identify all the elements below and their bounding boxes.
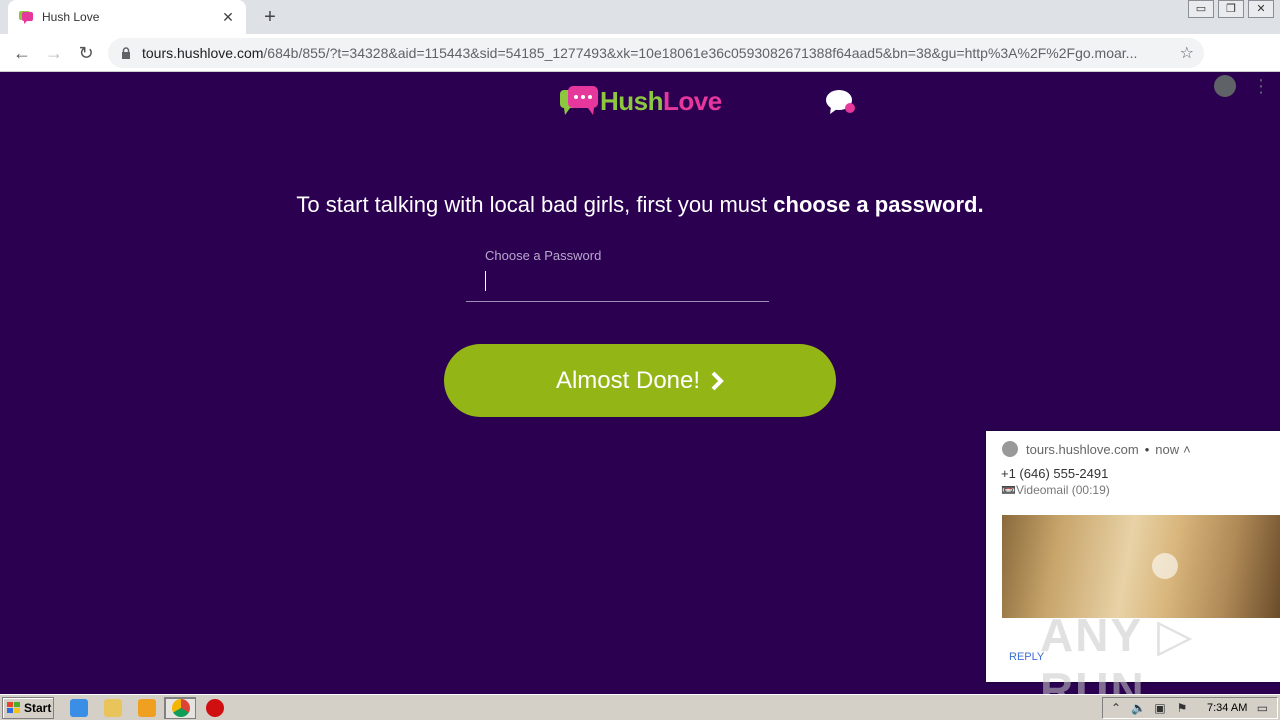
window-controls: ▭ ❐ ✕ [1188,0,1274,18]
notification-separator: • [1144,441,1150,457]
hushlove-favicon-icon [19,11,33,24]
start-button[interactable]: Start [2,697,54,719]
expand-chevron-icon[interactable]: ˄ [1183,442,1191,457]
chat-icon[interactable] [825,88,857,116]
address-bar[interactable]: tours.hushlove.com/684b/855/?t=34328&aid… [108,38,1204,68]
browser-toolbar: ← → ↻ tours.hushlove.com/684b/855/?t=343… [0,34,1280,97]
minimize-button[interactable]: ▭ [1188,0,1214,18]
internet-explorer-icon[interactable] [70,699,88,717]
close-window-button[interactable]: ✕ [1248,0,1274,18]
browser-menu-icon[interactable]: ⋮ [1252,74,1270,98]
password-label: Choose a Password [485,248,602,263]
start-label: Start [24,701,52,715]
network-icon[interactable]: ▣ [1153,701,1167,715]
url-text: tours.hushlove.com/684b/855/?t=34328&aid… [142,45,1170,61]
lock-icon [122,47,130,59]
clock[interactable]: 7:34 AM [1207,702,1247,714]
notification-image [1002,515,1280,618]
notification-origin: tours.hushlove.com [1026,441,1139,457]
almost-done-button[interactable]: Almost Done! [444,344,836,417]
taskbar: Start ⌃ 🔈 ▣ ⚑ 7:34 AM ▭ [0,694,1280,720]
play-icon [1152,553,1178,579]
reply-button[interactable]: REPLY [1009,651,1044,663]
tab-title: Hush Love [42,10,100,24]
windows-flag-icon [7,702,20,713]
profile-avatar-icon[interactable] [1214,75,1236,97]
forward-arrow-icon[interactable]: → [42,41,66,65]
back-arrow-icon[interactable]: ← [10,41,34,65]
logo-love: Love [663,85,722,116]
chrome-icon [1002,441,1018,457]
url-host: tours.hushlove.com [142,45,264,61]
chat-bubble-logo-icon [560,86,598,115]
tab-bar: Hush Love ✕ + ▭ ❐ ✕ [0,0,1280,34]
chevron-right-icon [711,371,724,390]
tab-close-icon[interactable]: ✕ [220,9,236,26]
media-player-icon[interactable] [138,699,156,717]
system-tray: ⌃ 🔈 ▣ ⚑ 7:34 AM ▭ [1102,697,1278,719]
logo-text: HushLove [600,86,722,117]
hushlove-logo[interactable]: HushLove [560,84,722,118]
opera-icon[interactable] [206,699,224,717]
bookmark-star-icon[interactable]: ☆ [1180,43,1194,63]
tab-hush-love[interactable]: Hush Love ✕ [8,0,246,34]
tray-expand-icon[interactable]: ⌃ [1109,701,1123,715]
new-tab-button[interactable]: + [258,5,282,29]
show-desktop-icon[interactable]: ▭ [1255,701,1269,715]
password-input[interactable] [466,266,769,302]
headline-emphasis: choose a password. [773,192,984,217]
notification-title: +1 (646) 555-2491 [1001,466,1109,481]
cta-label: Almost Done! [555,366,701,394]
headline-text: To start talking with local bad girls, f… [296,192,774,217]
chrome-taskbar-button[interactable] [164,697,196,719]
notification-source: tours.hushlove.com • now ˄ [1002,441,1191,457]
explorer-folder-icon[interactable] [104,699,122,717]
restore-button[interactable]: ❐ [1218,0,1244,18]
volume-icon[interactable]: 🔈 [1131,701,1146,715]
notification-body: 📼Videomail (00:19) [1001,483,1110,497]
text-caret [485,271,486,291]
reload-icon[interactable]: ↻ [74,41,98,65]
chrome-icon [172,699,190,717]
notification-time: now [1155,441,1180,457]
page-headline: To start talking with local bad girls, f… [0,192,1280,218]
url-path: /684b/855/?t=34328&aid=115443&sid=54185_… [263,45,1138,61]
logo-hush: Hush [600,85,664,116]
action-center-flag-icon[interactable]: ⚑ [1175,701,1189,715]
